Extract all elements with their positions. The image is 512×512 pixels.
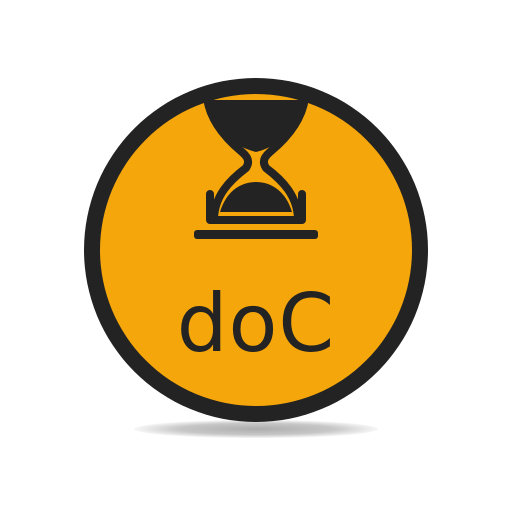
logo-wordmark: doC: [176, 277, 336, 370]
logo-canvas: doC: [0, 0, 512, 512]
logo-badge: [80, 74, 432, 426]
badge-graphic: [84, 78, 428, 422]
